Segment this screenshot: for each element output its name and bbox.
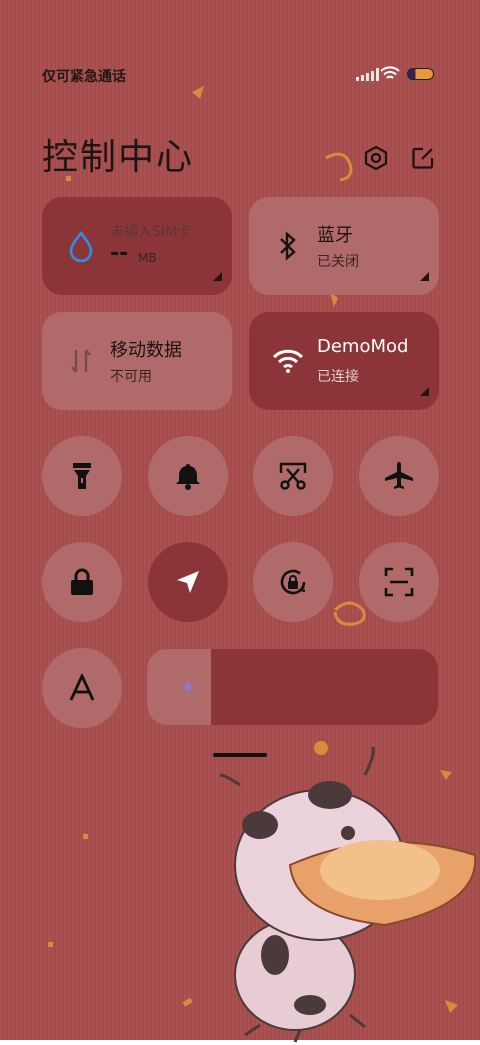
expand-corner-icon (420, 387, 429, 396)
home-indicator-bar[interactable] (213, 753, 267, 757)
rotation-lock-toggle[interactable] (253, 542, 333, 622)
mobile-data-label: 移动数据 (110, 340, 182, 361)
letter-a-icon (69, 674, 95, 701)
edit-pencil-icon (412, 147, 434, 169)
wifi-tile[interactable]: DemoMod 已连接 (249, 312, 439, 410)
mobile-data-status: 不可用 (110, 369, 152, 385)
data-usage-value: -- (110, 241, 129, 266)
airplane-icon (385, 462, 413, 489)
wifi-status: 已连接 (317, 369, 359, 385)
page-title: 控制中心 (42, 137, 195, 178)
location-arrow-icon (177, 571, 199, 593)
brightness-slider[interactable] (147, 649, 438, 725)
edit-button[interactable] (408, 143, 438, 173)
flashlight-icon (73, 463, 91, 489)
bluetooth-icon (271, 229, 305, 263)
wifi-status-icon (380, 66, 400, 79)
data-usage-unit: MB (138, 251, 157, 265)
location-toggle[interactable] (148, 542, 228, 622)
settings-button[interactable] (361, 143, 391, 173)
data-arrows-icon (64, 344, 98, 378)
bluetooth-tile[interactable]: 蓝牙 已关闭 (249, 197, 439, 295)
bluetooth-status: 已关闭 (317, 254, 359, 270)
cow-mascot-illustration (219, 746, 477, 1043)
lock-screen-toggle[interactable] (42, 542, 122, 622)
sim-status-label: 未插入SIM卡 (110, 224, 192, 240)
scan-icon (384, 567, 414, 597)
carrier-status-text: 仅可紧急通话 (42, 69, 126, 85)
scissors-icon (279, 462, 307, 490)
wifi-network-name: DemoMod (317, 336, 409, 357)
water-drop-icon (64, 229, 98, 263)
sim-data-tile[interactable]: 未插入SIM卡 -- MB (42, 197, 232, 295)
wifi-icon (271, 344, 305, 378)
bell-icon (176, 464, 200, 490)
flashlight-toggle[interactable] (42, 436, 122, 516)
expand-corner-icon (213, 272, 222, 281)
battery-icon (407, 68, 434, 80)
expand-corner-icon (420, 272, 429, 281)
sun-icon (180, 679, 196, 695)
signal-strength-icon (356, 68, 379, 81)
rotation-lock-icon (280, 569, 306, 595)
airplane-toggle[interactable] (359, 436, 439, 516)
ringer-toggle[interactable] (148, 436, 228, 516)
brightness-slider-fill (147, 649, 212, 725)
screenshot-toggle[interactable] (253, 436, 333, 516)
lock-icon (71, 568, 93, 595)
bluetooth-label: 蓝牙 (317, 225, 353, 246)
font-size-toggle[interactable] (42, 648, 122, 728)
scanner-toggle[interactable] (359, 542, 439, 622)
mobile-data-tile[interactable]: 移动数据 不可用 (42, 312, 232, 410)
hexagon-gear-icon (364, 145, 388, 171)
